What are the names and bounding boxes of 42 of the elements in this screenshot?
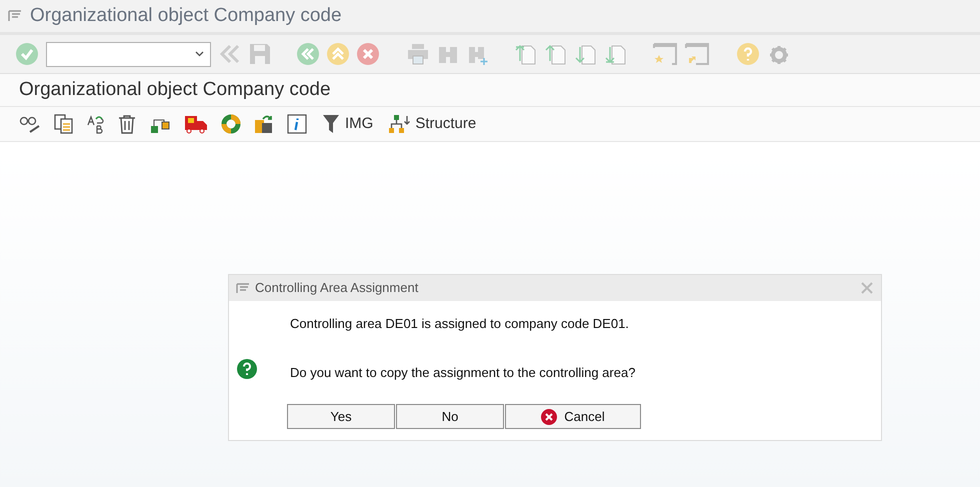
message-text: Controlling area DE01 is assigned to company code DE01.: [290, 315, 630, 333]
next-page-icon[interactable]: [575, 43, 597, 65]
up-icon[interactable]: [327, 43, 349, 65]
check-icon[interactable]: [16, 43, 38, 65]
window-title: Organizational object Company code: [30, 4, 342, 28]
back-icon[interactable]: [297, 43, 319, 65]
print-icon[interactable]: [407, 43, 429, 65]
previous-page-icon[interactable]: [545, 43, 567, 65]
dialog-button[interactable]: Yes: [287, 404, 395, 429]
ring-icon[interactable]: [221, 114, 241, 134]
structure-button[interactable]: Structure: [388, 112, 476, 136]
cancel-icon[interactable]: [357, 43, 379, 65]
transfer-icon[interactable]: [254, 114, 274, 134]
dialog-title: Controlling Area Assignment: [255, 279, 420, 298]
truck-icon[interactable]: [184, 114, 208, 134]
question-icon: [237, 359, 257, 379]
glasses-pencil-icon[interactable]: [19, 114, 41, 134]
back-icon[interactable]: [219, 44, 241, 64]
first-page-icon[interactable]: [515, 43, 537, 65]
message-text: Do you want to copy the assignment to the controlling area?: [290, 364, 636, 382]
dropdown-icon: [195, 51, 204, 57]
help-icon[interactable]: [737, 43, 759, 65]
close-icon[interactable]: [861, 282, 873, 294]
command-field[interactable]: [46, 42, 211, 66]
trash-icon[interactable]: [118, 114, 136, 134]
menu-icon[interactable]: [8, 10, 22, 22]
info-icon[interactable]: [287, 114, 307, 134]
cancel-button[interactable]: Cancel: [505, 404, 641, 429]
page-title: Organizational object Company code: [19, 78, 331, 102]
dialog-button[interactable]: No: [396, 404, 504, 429]
save-icon[interactable]: [249, 43, 271, 65]
copy-icon[interactable]: [54, 114, 74, 134]
shortcut-icon[interactable]: [685, 43, 709, 65]
rename-icon[interactable]: [87, 114, 105, 134]
tree-icon: [388, 114, 410, 134]
img-button[interactable]: IMG: [322, 112, 374, 136]
menu-icon[interactable]: [236, 282, 250, 294]
new-window-icon[interactable]: [653, 43, 677, 65]
last-page-icon[interactable]: [605, 43, 627, 65]
funnel-icon: [322, 114, 340, 134]
settings-icon[interactable]: [767, 43, 789, 65]
cancel-icon: [541, 408, 558, 424]
